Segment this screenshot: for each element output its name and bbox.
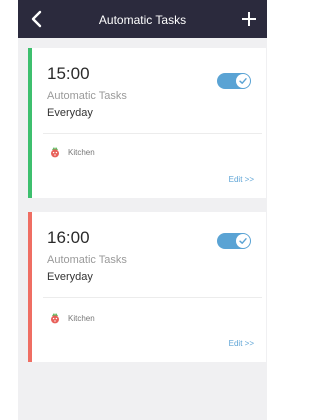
check-icon xyxy=(239,238,247,244)
task-label: Automatic Tasks xyxy=(47,90,127,102)
kitchen-icon xyxy=(51,147,59,158)
status-stripe xyxy=(28,48,32,198)
kitchen-icon xyxy=(51,313,59,324)
task-enable-toggle[interactable] xyxy=(217,73,251,89)
edit-link[interactable]: Edit >> xyxy=(229,175,254,185)
plus-icon[interactable] xyxy=(241,11,257,27)
status-stripe xyxy=(28,212,32,362)
task-enable-toggle[interactable] xyxy=(217,233,251,249)
edit-link[interactable]: Edit >> xyxy=(229,339,254,349)
check-icon xyxy=(239,78,247,84)
app-screen: Automatic Tasks 15:00 Automatic Tasks Ev… xyxy=(18,0,267,420)
task-time: 16:00 xyxy=(47,228,90,247)
page-title: Automatic Tasks xyxy=(98,13,187,27)
task-card[interactable]: 16:00 Automatic Tasks Everyday Kitchen E… xyxy=(28,212,266,362)
toggle-knob xyxy=(236,234,250,248)
divider xyxy=(43,133,262,134)
toggle-knob xyxy=(236,74,250,88)
task-label: Automatic Tasks xyxy=(47,254,127,266)
task-time: 15:00 xyxy=(47,64,90,83)
room-label: Kitchen xyxy=(68,314,95,323)
divider xyxy=(43,297,262,298)
task-card[interactable]: 15:00 Automatic Tasks Everyday Kitchen E… xyxy=(28,48,266,198)
room-label: Kitchen xyxy=(68,148,95,157)
header-bar: Automatic Tasks xyxy=(18,0,267,38)
task-repeat: Everyday xyxy=(47,271,93,283)
task-repeat: Everyday xyxy=(47,107,93,119)
